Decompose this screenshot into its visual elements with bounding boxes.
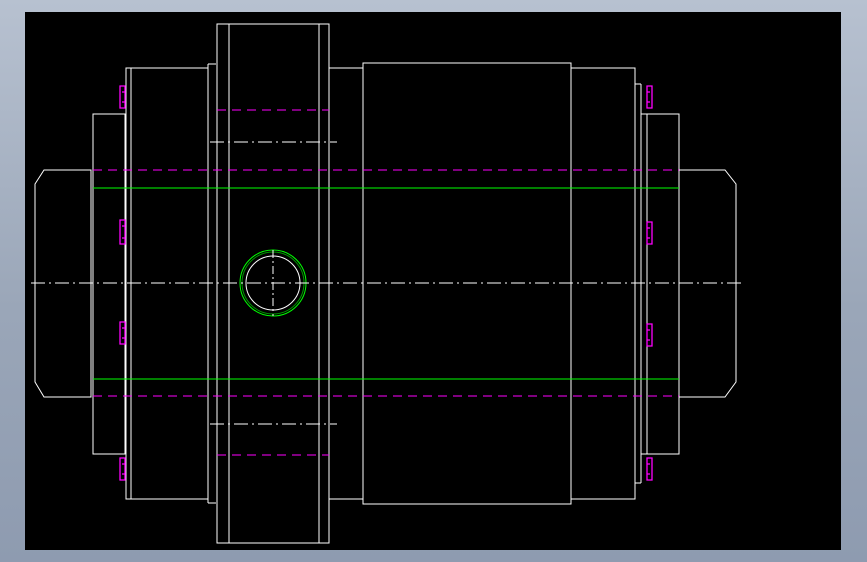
- bolt-right-upper: [646, 221, 653, 245]
- technical-drawing: [31, 23, 741, 544]
- bolt-right-bottom: [646, 457, 653, 481]
- bolt-left-upper: [119, 219, 126, 245]
- bolt-left-top: [119, 85, 126, 109]
- cad-viewport[interactable]: [25, 12, 841, 550]
- bolt-right-lower: [646, 323, 653, 347]
- left-hub: [92, 113, 126, 455]
- bolt-left-lower: [119, 321, 126, 345]
- bolt-right-top: [646, 85, 653, 109]
- bolt-left-bottom: [119, 457, 126, 481]
